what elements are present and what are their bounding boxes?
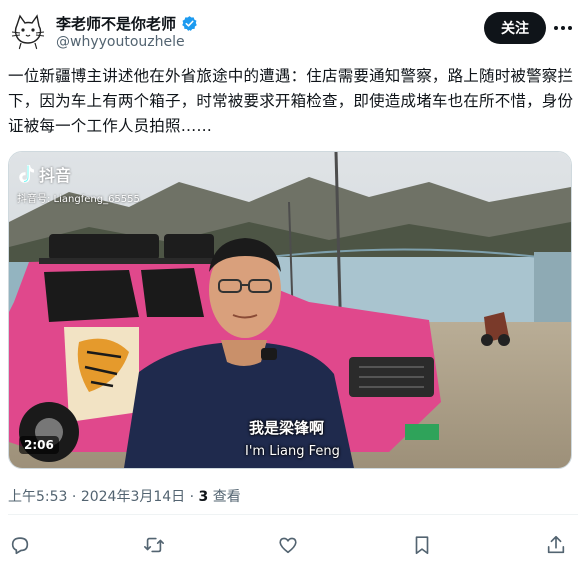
- tweet-body-text: 一位新疆博主讲述他在外省旅途中的遭遇：住店需要通知警察，路上随时被警察拦下，因为…: [8, 67, 574, 135]
- views-label: 查看: [212, 489, 241, 505]
- video-subtitle-chinese: 我是梁锋啊: [249, 419, 325, 437]
- video-player[interactable]: 抖音 抖音号: Liangfeng_65555 我是梁锋啊 I'm Liang …: [8, 151, 572, 469]
- tiktok-app-name: 抖音: [39, 166, 72, 185]
- like-button[interactable]: [271, 528, 305, 562]
- retweet-button[interactable]: [137, 528, 171, 562]
- meta-separator: ·: [189, 489, 195, 505]
- author-handle[interactable]: @whyyoutouzhele: [56, 34, 185, 50]
- views-count: 3: [198, 489, 209, 505]
- reply-button[interactable]: [3, 528, 37, 562]
- meta-separator: ·: [71, 489, 77, 505]
- tiktok-watermark: 抖音: [17, 162, 71, 186]
- tweet-time[interactable]: 上午5:53: [8, 489, 67, 505]
- video-subtitle-english: I'm Liang Feng: [245, 444, 340, 459]
- more-options-button[interactable]: [550, 14, 576, 42]
- tiktok-account-id: 抖音号: Liangfeng_65555: [17, 194, 140, 205]
- retweet-arrows-icon: [144, 537, 164, 553]
- tweet-action-bar: [0, 528, 586, 562]
- action-divider: [8, 514, 578, 515]
- share-button[interactable]: [539, 528, 573, 562]
- heart-icon: [279, 537, 297, 554]
- reply-bubble-icon: [11, 537, 29, 555]
- more-dots-icon: [554, 26, 572, 30]
- video-duration-badge: 2:06: [19, 436, 59, 454]
- author-name-row: 李老师不是你老师: [56, 13, 198, 34]
- tweet-metadata: 上午5:53 · 2024年3月14日 · 3 查看: [8, 486, 241, 506]
- verified-badge-icon: [182, 16, 197, 31]
- author-display-name[interactable]: 李老师不是你老师: [56, 13, 176, 34]
- bookmark-icon: [415, 536, 429, 555]
- share-upload-icon: [547, 535, 565, 554]
- cat-sketch-avatar-icon: [8, 11, 48, 51]
- tweet-header: 李老师不是你老师 @whyyoutouzhele 关注: [0, 0, 586, 62]
- tiktok-note-icon: [19, 165, 34, 183]
- tweet-date[interactable]: 2024年3月14日: [81, 489, 185, 505]
- bookmark-button[interactable]: [405, 528, 439, 562]
- follow-button[interactable]: 关注: [484, 12, 546, 44]
- author-avatar[interactable]: [8, 11, 48, 51]
